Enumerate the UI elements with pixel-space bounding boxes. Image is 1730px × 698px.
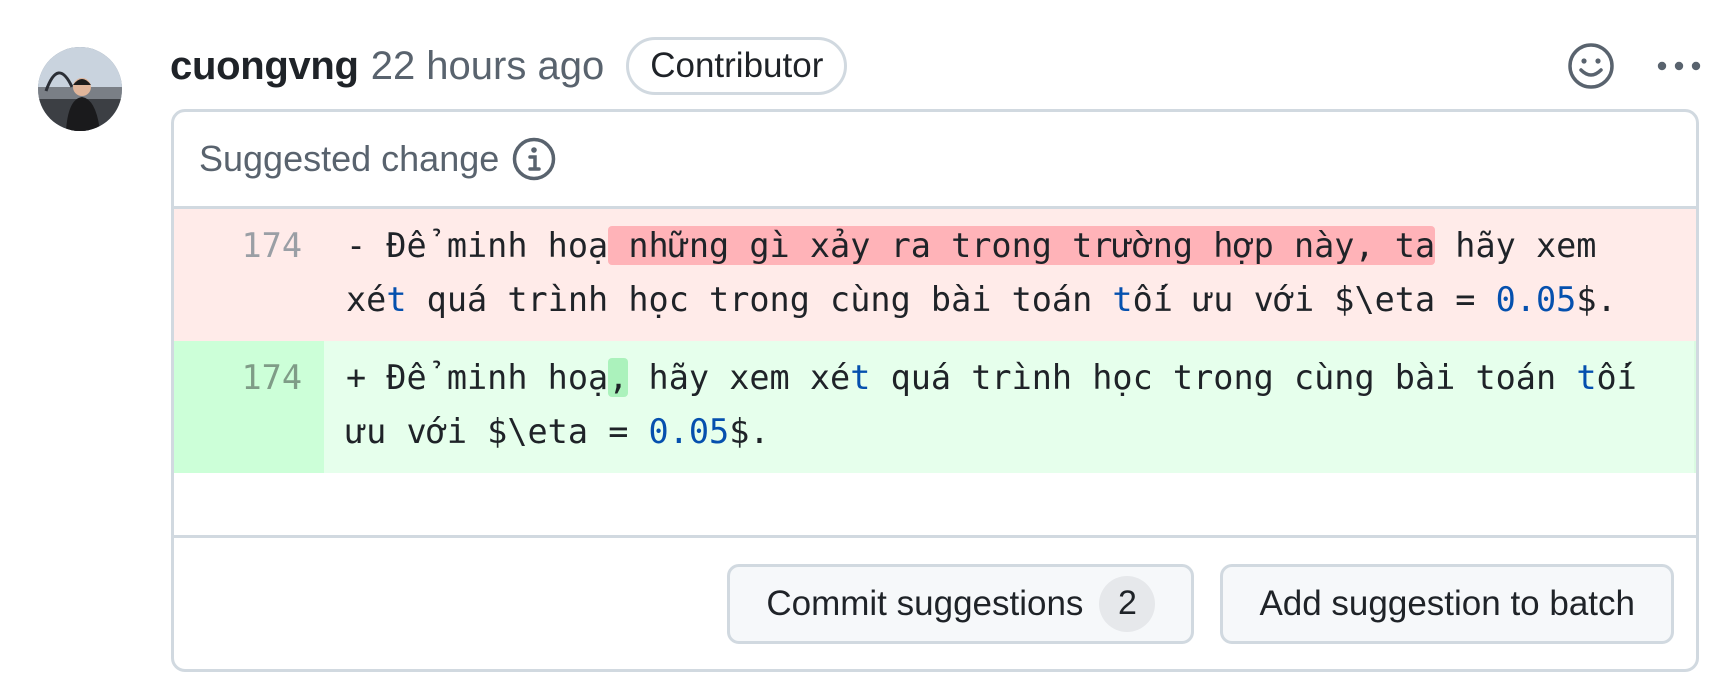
code-segment: - Để minh hoạ — [346, 226, 609, 265]
syntax-token: t — [1112, 280, 1133, 319]
comment-header: cuongvng 22 hours ago Contributor — [170, 36, 1702, 96]
suggestion-diff: 174 - Để minh hoạ những gì xảy ra trong … — [174, 209, 1696, 473]
kebab-horizontal-icon[interactable] — [1656, 59, 1702, 73]
syntax-token: 0.05 — [1495, 280, 1577, 319]
commit-suggestions-button[interactable]: Commit suggestions 2 — [727, 563, 1195, 644]
contributor-badge: Contributor — [626, 37, 848, 95]
deleted-code: - Để minh hoạ những gì xảy ra trong trườ… — [324, 209, 1694, 341]
added-text-highlight: , — [608, 358, 629, 397]
syntax-token: t — [386, 280, 407, 319]
user-avatar-image — [38, 47, 122, 131]
comment-timestamp[interactable]: 22 hours ago — [371, 44, 605, 89]
syntax-token: 0.05 — [648, 412, 730, 451]
smiley-icon[interactable] — [1566, 41, 1616, 91]
suggestion-header: Suggested change — [174, 112, 1696, 209]
comment-actions — [1566, 36, 1702, 96]
add-to-batch-label: Add suggestion to batch — [1259, 583, 1635, 623]
line-number: 174 — [174, 209, 324, 341]
added-code: + Để minh hoạ, hãy xem xét quá trình học… — [324, 341, 1694, 473]
suggestion-count-badge: 2 — [1099, 575, 1156, 632]
add-suggestion-to-batch-button[interactable]: Add suggestion to batch — [1220, 563, 1674, 644]
comment-author[interactable]: cuongvng — [170, 44, 359, 89]
deleted-line: 174 - Để minh hoạ những gì xảy ra trong … — [174, 209, 1696, 341]
added-line: 174 + Để minh hoạ, hãy xem xét quá trình… — [174, 341, 1696, 473]
info-icon[interactable] — [511, 136, 557, 182]
suggestion-title: Suggested change — [199, 138, 500, 179]
suggestion-card: Suggested change 174 - Để minh hoạ những… — [171, 109, 1699, 672]
line-number: 174 — [174, 341, 324, 473]
avatar[interactable] — [38, 47, 122, 131]
syntax-token: t — [1576, 358, 1597, 397]
syntax-token: t — [850, 358, 871, 397]
code-segment: + Để minh hoạ — [346, 358, 609, 397]
suggestion-actions: Commit suggestions 2 Add suggestion to b… — [174, 535, 1696, 669]
commit-suggestions-label: Commit suggestions — [766, 583, 1084, 623]
removed-text-highlight: những gì xảy ra trong trường hợp này, ta — [608, 226, 1436, 265]
